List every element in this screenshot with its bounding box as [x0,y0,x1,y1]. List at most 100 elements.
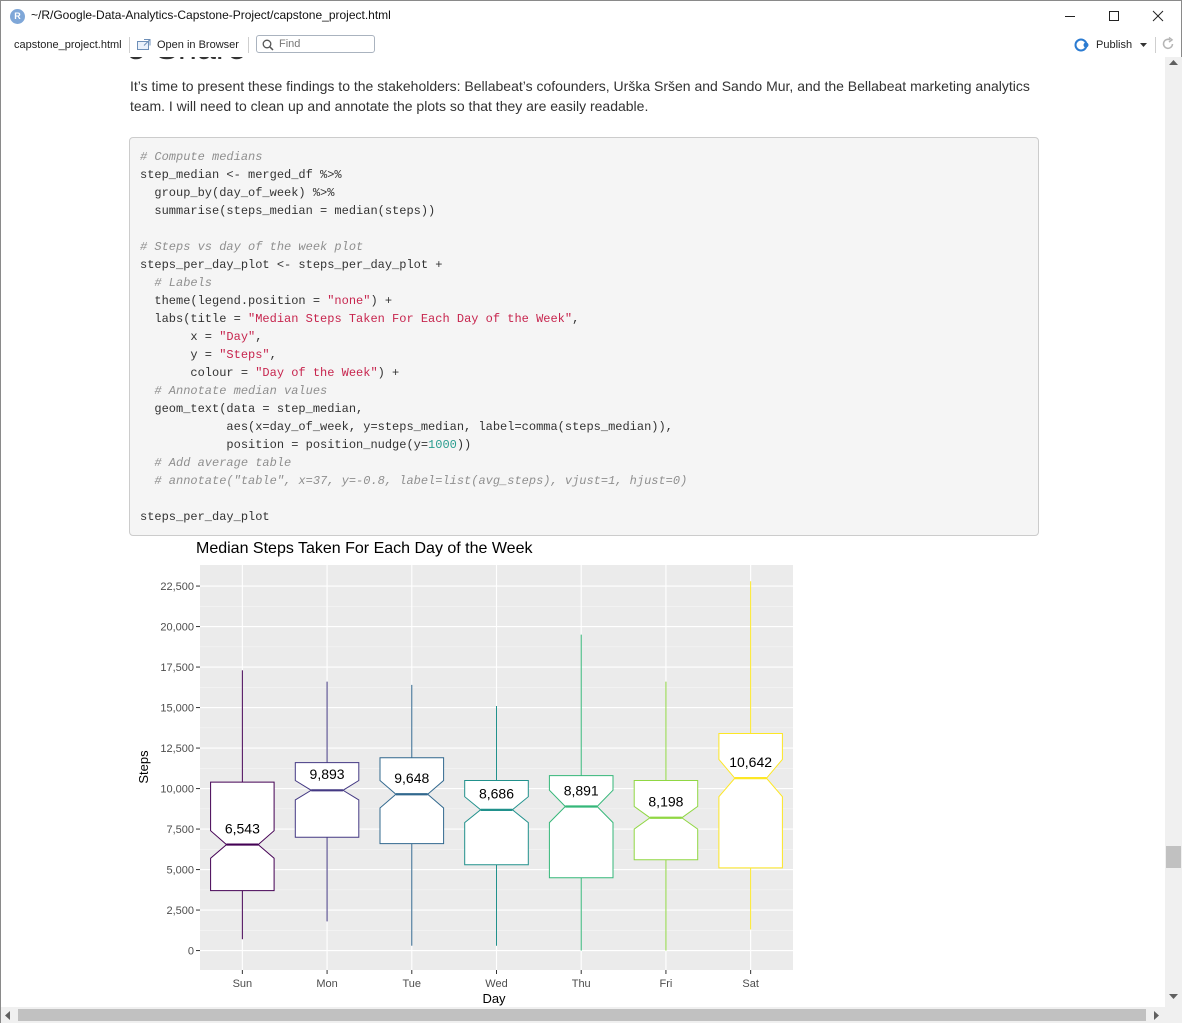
refresh-button[interactable] [1160,36,1178,54]
code-token: , [255,330,263,344]
find-input[interactable]: Find [256,35,375,53]
toolbar-divider [248,37,249,53]
code-line: colour = "Day of the Week") + [140,364,1028,382]
code-line: y = "Steps", [140,346,1028,364]
code-token: position = position_nudge(y= [140,438,429,452]
y-tick-label: 12,500 [160,743,194,755]
code-token: labs(title = [140,312,249,326]
code-string: "Median Steps Taken For Each Day of the … [248,312,573,326]
code-line: # Annotate median values [140,382,1028,400]
close-icon [1152,10,1164,22]
median-label-sun: 6,543 [225,820,260,836]
code-line: steps_per_day_plot [140,510,270,524]
publish-icon [1074,38,1089,52]
x-tick-label: Fri [660,978,673,990]
find-placeholder: Find [279,38,301,50]
x-tick-label: Mon [316,978,337,990]
y-tick-label: 10,000 [160,784,194,796]
document-viewport: 5 Share It’s time to present these findi… [1,57,1165,1007]
app-window: R ~/R/Google-Data-Analytics-Capstone-Pro… [0,0,1182,1023]
y-tick-label: 7,500 [166,824,194,836]
code-line: summarise(steps_median = median(steps)) [140,204,436,218]
x-tick-label: Thu [572,978,591,990]
code-token: y = [140,348,220,362]
horizontal-scrollbar[interactable] [1,1007,1165,1023]
y-tick-label: 17,500 [160,662,194,674]
scroll-up-icon[interactable] [1169,60,1178,66]
file-name-label: capstone_project.html [14,39,122,51]
section-heading: 5 Share [127,57,246,68]
toolbar-divider [129,37,130,53]
code-line: # Steps vs day of the week plot [140,238,1028,256]
code-line: # Labels [140,274,1028,292]
code-block: # Compute medians step_median <- merged_d… [129,137,1039,536]
x-axis: Sun Mon Tue Wed Thu Fri Sat [233,970,759,990]
minimize-button[interactable] [1047,1,1093,31]
code-comment: # annotate("table", x=37, y=-0.8, label=… [140,474,688,488]
code-token: ) + [377,366,400,380]
code-line: labs(title = "Median Steps Taken For Eac… [140,310,1028,328]
scroll-down-icon[interactable] [1169,994,1178,1000]
code-line: # Add average table [140,454,1028,472]
code-line: step_median <- merged_df %>% [140,168,342,182]
refresh-icon [1162,36,1174,50]
boxplot-chart: Median Steps Taken For Each Day of the W… [136,540,793,1006]
code-string: "Day of the Week" [255,366,378,380]
scroll-left-icon[interactable] [5,1011,11,1020]
maximize-button[interactable] [1091,1,1137,31]
title-bar: R ~/R/Google-Data-Analytics-Capstone-Pro… [1,1,1181,31]
code-comment: # Annotate median values [140,384,328,398]
y-tick-label: 22,500 [160,581,194,593]
x-tick-label: Sun [233,978,253,990]
publish-button[interactable]: Publish [1074,34,1154,56]
code-comment: # Labels [140,276,213,290]
r-logo-icon: R [10,9,25,24]
x-tick-label: Sat [742,978,759,990]
median-label-thu: 8,891 [564,782,599,798]
open-in-browser-icon [137,39,151,50]
code-token: , [572,312,580,326]
viewer-toolbar: capstone_project.html Open in Browser Fi… [1,34,1181,56]
vertical-scrollbar[interactable] [1165,57,1182,1007]
code-string: "none" [327,294,371,308]
y-tick-label: 2,500 [166,905,194,917]
scroll-right-icon[interactable] [1154,1011,1160,1020]
code-token: colour = [140,366,256,380]
scrollbar-corner [1165,1007,1182,1023]
y-tick-label: 15,000 [160,703,194,715]
intro-paragraph: It’s time to present these findings to t… [130,78,1030,114]
code-comment: # Add average table [140,456,292,470]
code-number: 1000 [428,438,457,452]
y-tick-label: 20,000 [160,622,194,634]
search-icon [262,39,274,51]
code-token: x = [140,330,220,344]
code-line: steps_per_day_plot <- steps_per_day_plot… [140,258,443,272]
code-line: group_by(day_of_week) %>% [140,186,335,200]
minimize-icon [1065,16,1075,17]
open-in-browser-button[interactable]: Open in Browser [137,34,241,56]
code-line: # Compute medians [140,148,1028,166]
x-axis-title: Day [482,991,506,1006]
horizontal-scroll-thumb[interactable] [18,1009,1146,1021]
code-line: position = position_nudge(y=1000)) [140,436,1028,454]
code-token: )) [456,438,472,452]
code-token: ) + [370,294,393,308]
code-line: aes(x=day_of_week, y=steps_median, label… [140,420,673,434]
y-axis: 0 2,500 5,000 7,500 10,000 12,500 15,000 17,500… [160,581,200,958]
code-comment: # Steps vs day of the week plot [140,240,364,254]
open-in-browser-label: Open in Browser [157,39,239,51]
median-label-sat: 10,642 [729,754,772,770]
code-line: geom_text(data = step_median, [140,402,364,416]
chart-title: Median Steps Taken For Each Day of the W… [196,540,533,557]
window-title: ~/R/Google-Data-Analytics-Capstone-Proje… [31,8,391,22]
vertical-scroll-thumb[interactable] [1166,846,1181,868]
median-label-fri: 8,198 [648,794,683,810]
y-tick-label: 0 [188,946,194,958]
code-line: theme(legend.position = "none") + [140,292,1028,310]
chevron-down-icon [1140,43,1147,47]
close-button[interactable] [1135,1,1181,31]
code-string: "Steps" [219,348,270,362]
publish-label: Publish [1096,39,1133,51]
